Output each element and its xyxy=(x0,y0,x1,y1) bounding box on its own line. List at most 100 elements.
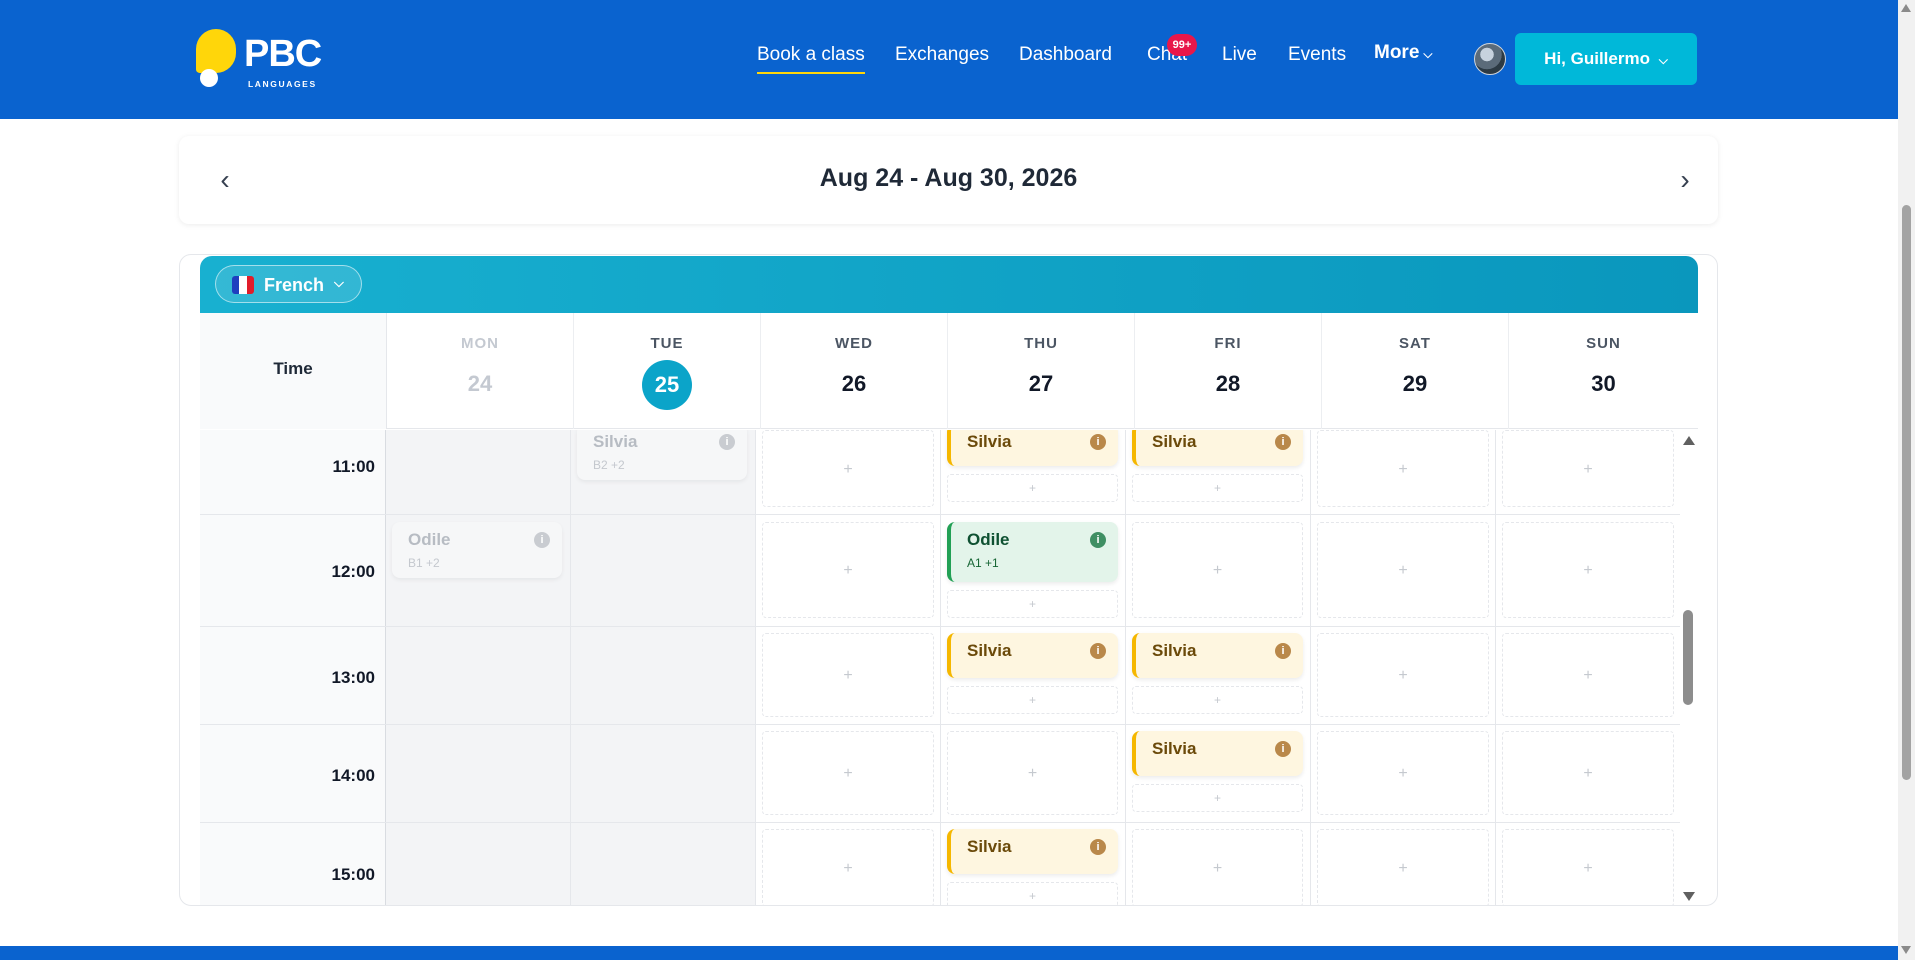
info-icon[interactable]: i xyxy=(1090,434,1106,450)
chevron-down-icon: ⌵ xyxy=(1658,53,1668,67)
france-flag-icon xyxy=(232,276,254,294)
info-icon[interactable]: i xyxy=(1090,839,1106,855)
day-number: 24 xyxy=(467,371,493,396)
class-event-silvia[interactable]: Silvia i xyxy=(947,633,1118,678)
class-event-silvia[interactable]: Silvia i xyxy=(1132,633,1303,678)
day-header-tue: TUE 25 xyxy=(574,313,761,429)
add-slot[interactable]: + xyxy=(1132,686,1303,714)
empty-slot[interactable]: + xyxy=(762,430,934,507)
info-icon[interactable]: i xyxy=(1275,643,1291,659)
calendar-header-band: French ⌵ xyxy=(200,256,1698,313)
avatar[interactable] xyxy=(1474,43,1506,75)
nav-live[interactable]: Live xyxy=(1222,44,1257,74)
chat-badge: 99+ xyxy=(1167,34,1197,56)
user-menu-label: Hi, Guillermo xyxy=(1544,49,1650,68)
nav-exchanges[interactable]: Exchanges xyxy=(895,44,989,74)
empty-slot[interactable]: + xyxy=(1317,731,1489,815)
class-event-silvia-past: Silvia B2 +2 i xyxy=(577,430,747,480)
day-header-sat: SAT 29 xyxy=(1322,313,1509,429)
language-label: French xyxy=(264,275,325,295)
hour-divider xyxy=(200,822,1680,823)
day-header-wed: WED 26 xyxy=(761,313,948,429)
nav-book-a-class[interactable]: Book a class xyxy=(757,44,865,74)
time-column-header: Time xyxy=(200,313,387,429)
empty-slot[interactable]: + xyxy=(947,731,1118,815)
chevron-right-icon[interactable]: › xyxy=(1670,164,1700,196)
day-number: 26 xyxy=(841,371,867,396)
chevron-down-icon: ⌵ xyxy=(334,275,344,290)
nav-events[interactable]: Events xyxy=(1288,44,1346,74)
info-icon[interactable]: i xyxy=(1090,643,1106,659)
scroll-down-icon[interactable] xyxy=(1683,892,1695,901)
empty-slot[interactable]: + xyxy=(1317,522,1489,618)
class-level: B2 +2 xyxy=(593,458,625,472)
today-indicator: 25 xyxy=(642,360,692,410)
calendar-scrollbar[interactable] xyxy=(1680,430,1698,905)
class-level: B1 +2 xyxy=(408,556,440,570)
day-number: 29 xyxy=(1402,371,1428,396)
pbc-logo[interactable]: PBC LANGUAGES xyxy=(196,27,326,91)
empty-slot[interactable]: + xyxy=(1502,430,1674,507)
day-number: 28 xyxy=(1215,371,1241,396)
empty-slot[interactable]: + xyxy=(1502,522,1674,618)
class-level: A1 +1 xyxy=(967,556,999,570)
empty-slot[interactable]: + xyxy=(1317,829,1489,905)
empty-slot[interactable]: + xyxy=(1502,633,1674,717)
calendar-card: French ⌵ Time MON 24 TUE 25 WED 26 THU 2… xyxy=(179,254,1718,906)
logo-text: PBC xyxy=(244,33,322,75)
info-icon[interactable]: i xyxy=(1275,741,1291,757)
day-name: THU xyxy=(1024,335,1058,352)
day-header-thu: THU 27 xyxy=(948,313,1135,429)
class-event-silvia[interactable]: Silvia i xyxy=(947,430,1118,466)
time-column: 11:00 12:00 13:00 14:00 15:00 xyxy=(200,430,386,905)
day-name: TUE xyxy=(650,335,684,352)
day-header-fri: FRI 28 xyxy=(1135,313,1322,429)
day-header-sun: SUN 30 xyxy=(1509,313,1698,429)
week-range: Aug 24 - Aug 30, 2026 xyxy=(819,164,1078,192)
scroll-thumb[interactable] xyxy=(1683,610,1693,705)
chevron-down-icon: ⌵ xyxy=(1423,47,1433,61)
day-number: 27 xyxy=(1028,371,1054,396)
page-scrollbar[interactable] xyxy=(1898,0,1915,960)
class-event-silvia[interactable]: Silvia i xyxy=(947,829,1118,874)
class-event-odile-past: Odile B1 +2 i xyxy=(392,522,562,578)
add-slot[interactable]: + xyxy=(947,474,1118,502)
add-slot[interactable]: + xyxy=(947,686,1118,714)
add-slot[interactable]: + xyxy=(1132,784,1303,812)
empty-slot[interactable]: + xyxy=(762,731,934,815)
scroll-down-icon[interactable] xyxy=(1901,946,1911,954)
add-slot[interactable]: + xyxy=(1132,474,1303,502)
calendar-grid: 11:00 12:00 13:00 14:00 15:00 + + + + + … xyxy=(200,430,1680,905)
scroll-up-icon[interactable] xyxy=(1683,436,1695,445)
empty-slot[interactable]: + xyxy=(762,522,934,618)
info-icon[interactable]: i xyxy=(1090,532,1106,548)
scroll-up-icon[interactable] xyxy=(1901,4,1911,12)
nav-dashboard[interactable]: Dashboard xyxy=(1019,44,1112,74)
day-name: SAT xyxy=(1399,335,1431,352)
user-menu-button[interactable]: Hi, Guillermo ⌵ xyxy=(1515,33,1697,85)
empty-slot[interactable]: + xyxy=(1317,430,1489,507)
class-event-silvia[interactable]: Silvia i xyxy=(1132,430,1303,466)
empty-slot[interactable]: + xyxy=(1132,829,1303,905)
logo-dot-icon xyxy=(200,69,218,87)
empty-slot[interactable]: + xyxy=(1132,522,1303,618)
hour-divider xyxy=(200,514,1680,515)
page-scroll-thumb[interactable] xyxy=(1902,205,1911,780)
info-icon[interactable]: i xyxy=(1275,434,1291,450)
empty-slot[interactable]: + xyxy=(762,633,934,717)
add-slot[interactable]: + xyxy=(947,882,1118,905)
day-name: MON xyxy=(461,335,499,352)
info-icon: i xyxy=(534,532,550,548)
add-slot[interactable]: + xyxy=(947,590,1118,618)
empty-slot[interactable]: + xyxy=(762,829,934,905)
empty-slot[interactable]: + xyxy=(1502,731,1674,815)
empty-slot[interactable]: + xyxy=(1502,829,1674,905)
class-event-silvia[interactable]: Silvia i xyxy=(1132,731,1303,776)
day-column-mon xyxy=(386,430,571,905)
day-name: FRI xyxy=(1214,335,1242,352)
nav-more[interactable]: More ⌵ xyxy=(1374,42,1433,72)
empty-slot[interactable]: + xyxy=(1317,633,1489,717)
class-event-odile[interactable]: Odile A1 +1 i xyxy=(947,522,1118,582)
language-selector[interactable]: French ⌵ xyxy=(215,265,362,303)
week-navigator: ‹ Aug 24 - Aug 30, 2026 › xyxy=(179,136,1718,224)
